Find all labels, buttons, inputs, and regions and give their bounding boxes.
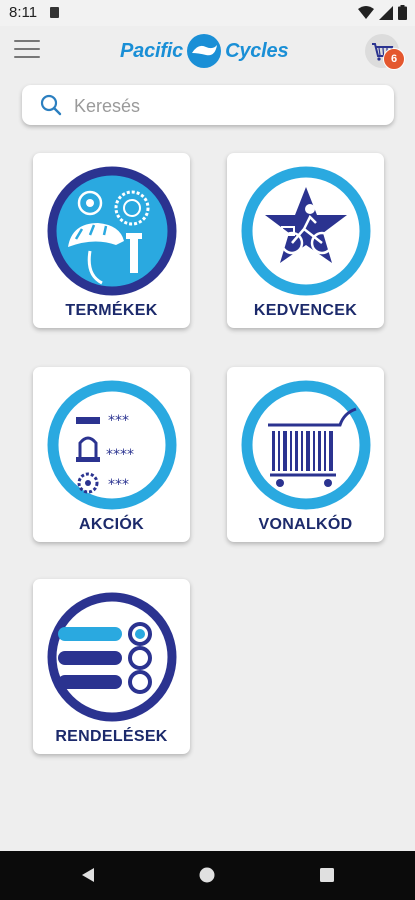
tile-favorites[interactable]: KEDVENCEK <box>227 153 384 328</box>
hamburger-line <box>14 48 40 50</box>
logo-text-left: Pacific <box>120 39 184 62</box>
tile-label: AKCIÓK <box>79 516 144 533</box>
svg-text:****: **** <box>106 447 134 463</box>
promotions-icon: *** **** *** <box>47 380 177 510</box>
status-icons <box>358 5 407 20</box>
menu-button[interactable] <box>14 40 40 60</box>
tile-label: RENDELÉSEK <box>55 728 168 745</box>
home-icon[interactable] <box>199 867 215 883</box>
status-bar: 8:11 <box>0 0 415 26</box>
cart-button[interactable]: 6 <box>365 34 405 70</box>
svg-text:***: *** <box>108 477 129 493</box>
hamburger-line <box>14 40 40 42</box>
app-logo: Pacific Cycles <box>120 32 289 70</box>
sd-card-icon <box>50 7 59 18</box>
wifi-icon <box>358 5 374 19</box>
back-icon[interactable] <box>80 867 96 883</box>
cell-signal-icon <box>379 5 393 20</box>
logo-text-right: Cycles <box>225 39 289 62</box>
tile-label: KEDVENCEK <box>253 302 358 319</box>
tile-barcode[interactable]: VONALKÓD <box>227 367 384 542</box>
tile-label: VONALKÓD <box>258 516 353 533</box>
tile-promotions[interactable]: *** **** *** AKCIÓK <box>33 367 190 542</box>
system-nav-bar <box>0 851 415 900</box>
status-time: 8:11 <box>9 4 38 21</box>
search-bar[interactable] <box>22 85 394 127</box>
app-bar: Pacific Cycles 6 <box>0 26 415 78</box>
search-input[interactable] <box>72 85 376 127</box>
search-icon <box>40 94 62 116</box>
barcode-cart-icon <box>241 380 371 510</box>
orders-icon <box>47 592 177 722</box>
hamburger-line <box>14 56 40 58</box>
tile-products[interactable]: TERMÉKEK <box>33 153 190 328</box>
logo-wave-icon <box>187 34 222 68</box>
svg-text:***: *** <box>108 413 129 429</box>
tile-label: TERMÉKEK <box>65 302 158 319</box>
tile-orders[interactable]: RENDELÉSEK <box>33 579 190 754</box>
recents-icon[interactable] <box>319 867 335 883</box>
battery-icon <box>398 5 407 20</box>
favorites-icon <box>241 166 371 296</box>
products-icon <box>47 166 177 296</box>
cart-count-badge: 6 <box>383 48 405 70</box>
